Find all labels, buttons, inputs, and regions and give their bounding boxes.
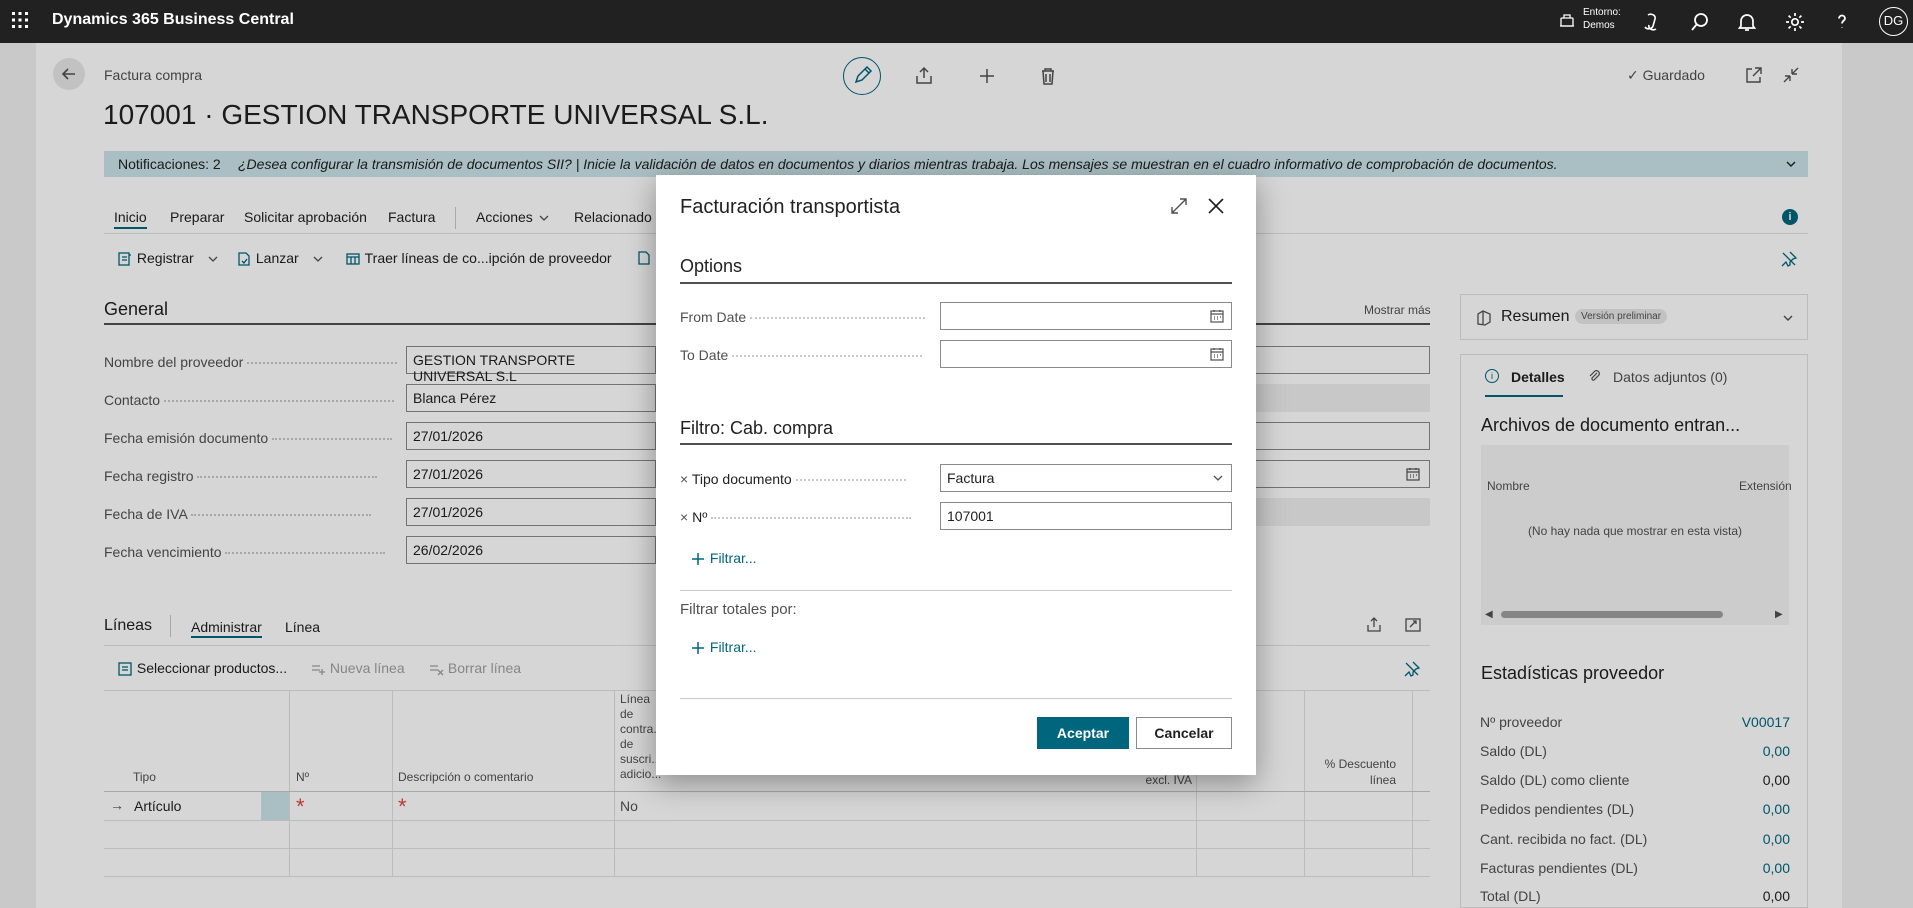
help-icon[interactable] <box>1830 10 1854 34</box>
app-launcher-icon[interactable] <box>10 10 30 30</box>
numero-label: × Nº <box>680 509 930 525</box>
options-divider <box>680 282 1232 284</box>
user-avatar[interactable]: DG <box>1879 7 1908 36</box>
tipo-documento-value: Factura <box>947 470 995 486</box>
cancel-button[interactable]: Cancelar <box>1136 717 1232 749</box>
add-total-filter-label: Filtrar... <box>709 639 757 655</box>
dialog-title: Facturación transportista <box>680 196 901 218</box>
plus-icon <box>690 551 706 567</box>
app-title[interactable]: Dynamics 365 Business Central <box>52 11 294 29</box>
ok-button[interactable]: Aceptar <box>1037 717 1129 749</box>
numero-field[interactable]: 107001 <box>940 502 1232 530</box>
calendar-icon[interactable] <box>1209 346 1225 362</box>
remove-filter-icon[interactable]: × <box>680 509 688 525</box>
from-date-field[interactable] <box>940 302 1232 330</box>
gear-icon[interactable] <box>1783 10 1807 34</box>
from-date-label: From Date <box>680 309 930 325</box>
remove-filter-icon[interactable]: × <box>680 471 688 487</box>
environment-info[interactable]: Entorno: Demos <box>1583 6 1621 32</box>
tipo-documento-select[interactable]: Factura <box>940 464 1232 492</box>
copilot-icon[interactable] <box>1640 10 1664 34</box>
tipo-documento-label: × Tipo documento <box>680 471 930 487</box>
expand-icon <box>1171 198 1187 214</box>
numero-value: 107001 <box>947 508 994 524</box>
facturacion-transportista-dialog: Facturación transportista Options From D… <box>656 175 1256 775</box>
environment-name: Demos <box>1583 20 1615 31</box>
to-date-field[interactable] <box>940 340 1232 368</box>
environment-label: Entorno: <box>1583 7 1621 18</box>
plus-icon <box>690 640 706 656</box>
chevron-down-icon <box>1211 471 1225 485</box>
bell-icon[interactable] <box>1735 10 1759 34</box>
search-icon[interactable] <box>1688 10 1712 34</box>
close-icon <box>1208 198 1224 214</box>
options-heading[interactable]: Options <box>680 256 742 277</box>
environment-icon <box>1558 12 1576 30</box>
filter-heading[interactable]: Filtro: Cab. compra <box>680 418 833 439</box>
totals-heading: Filtrar totales por: <box>680 601 797 618</box>
top-bar: Dynamics 365 Business Central Entorno: D… <box>0 0 1913 43</box>
calendar-icon[interactable] <box>1209 308 1225 324</box>
expand-dialog-button[interactable] <box>1168 195 1190 217</box>
close-dialog-button[interactable] <box>1204 194 1228 218</box>
add-filter-link[interactable]: Filtrar... <box>690 550 757 567</box>
add-filter-label: Filtrar... <box>709 550 757 566</box>
totals-divider <box>680 590 1232 591</box>
filter-divider <box>680 443 1232 445</box>
add-total-filter-link[interactable]: Filtrar... <box>690 639 757 656</box>
footer-divider <box>680 698 1232 699</box>
to-date-label: To Date <box>680 347 930 363</box>
